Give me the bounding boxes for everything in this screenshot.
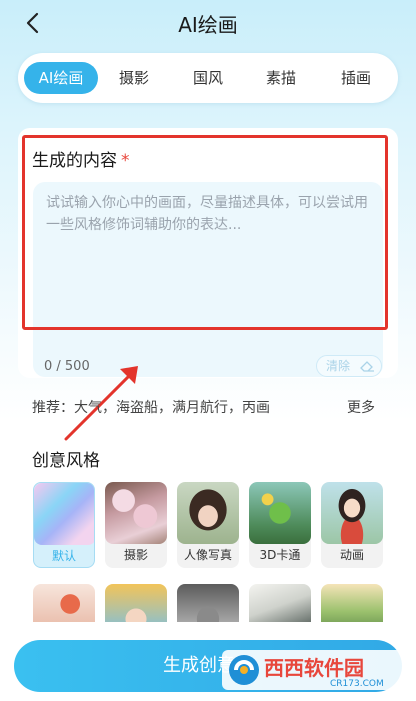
style-label: 摄影 <box>123 548 148 562</box>
style-label: 3D卡通 <box>259 548 301 562</box>
style-label: 人像写真 <box>183 548 232 562</box>
style-photography-thumbnail <box>105 482 167 544</box>
app-header: AI绘画 <box>0 0 416 44</box>
style-photography[interactable]: 摄影 <box>105 482 167 568</box>
annotation-highlight-box <box>22 135 388 330</box>
style-3d-cartoon[interactable]: 3D卡通 <box>249 482 311 568</box>
style-label: 默认 <box>51 549 76 563</box>
style-portrait[interactable]: 人像写真 <box>177 482 239 568</box>
category-tabs: AI绘画 摄影 国风 素描 插画 <box>18 53 398 103</box>
clear-button[interactable]: 清除 <box>316 355 382 377</box>
style-portrait-thumbnail <box>177 482 239 544</box>
style-3d-cartoon-thumbnail <box>249 482 311 544</box>
style-section-title: 创意风格 <box>32 451 100 471</box>
clear-label: 清除 <box>326 359 351 373</box>
style-default[interactable]: 默认 <box>33 482 95 568</box>
tab-chinese-style[interactable]: 国风 <box>178 62 238 94</box>
watermark-subtext: CR173.COM <box>330 679 384 689</box>
more-link[interactable]: 更多 <box>347 397 375 417</box>
recommend-text[interactable]: 推荐：大气，海盗船，满月航行，丙画 <box>32 397 270 417</box>
watermark-text: 西西软件园 <box>264 656 364 680</box>
tab-illustration[interactable]: 插画 <box>326 62 386 94</box>
tab-photography[interactable]: 摄影 <box>104 62 164 94</box>
style-default-thumbnail <box>34 483 94 545</box>
tab-ai-painting[interactable]: AI绘画 <box>24 62 98 94</box>
style-label: 动画 <box>339 548 364 562</box>
watermark-logo: 西西软件园 CR173.COM <box>222 650 408 690</box>
eraser-icon <box>360 361 374 372</box>
style-anime[interactable]: 动画 <box>321 482 383 568</box>
tab-sketch[interactable]: 素描 <box>251 62 311 94</box>
style-anime-thumbnail <box>321 482 383 544</box>
page-title: AI绘画 <box>178 13 238 37</box>
